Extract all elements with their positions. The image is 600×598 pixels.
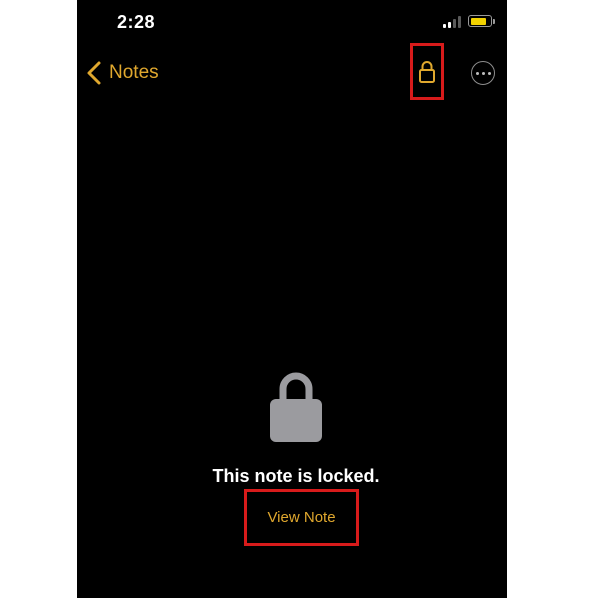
locked-message: This note is locked.: [212, 466, 380, 486]
signal-bar: [443, 24, 446, 28]
dot: [475, 71, 479, 75]
dot: [481, 71, 485, 75]
signal-bar: [453, 19, 456, 28]
signal-bar: [448, 22, 451, 28]
lock-icon: [419, 60, 435, 83]
more-button[interactable]: [471, 61, 495, 85]
view-note-label: View Note: [267, 509, 336, 526]
battery-icon: [468, 15, 492, 27]
view-note-button[interactable]: View Note: [244, 489, 359, 546]
phone-screen: 2:28 Notes This note is locked. View Not…: [77, 0, 507, 598]
battery-fill: [470, 17, 486, 25]
lock-icon: [270, 372, 322, 442]
signal-icon: [443, 16, 463, 28]
back-label: Notes: [109, 62, 159, 83]
signal-bar: [458, 16, 461, 28]
battery-cap: [493, 19, 495, 24]
lock-button[interactable]: [410, 43, 444, 100]
back-button[interactable]: Notes: [85, 58, 159, 88]
chevron-left-icon: [87, 61, 101, 85]
dot: [487, 71, 491, 75]
status-time: 2:28: [117, 12, 156, 32]
